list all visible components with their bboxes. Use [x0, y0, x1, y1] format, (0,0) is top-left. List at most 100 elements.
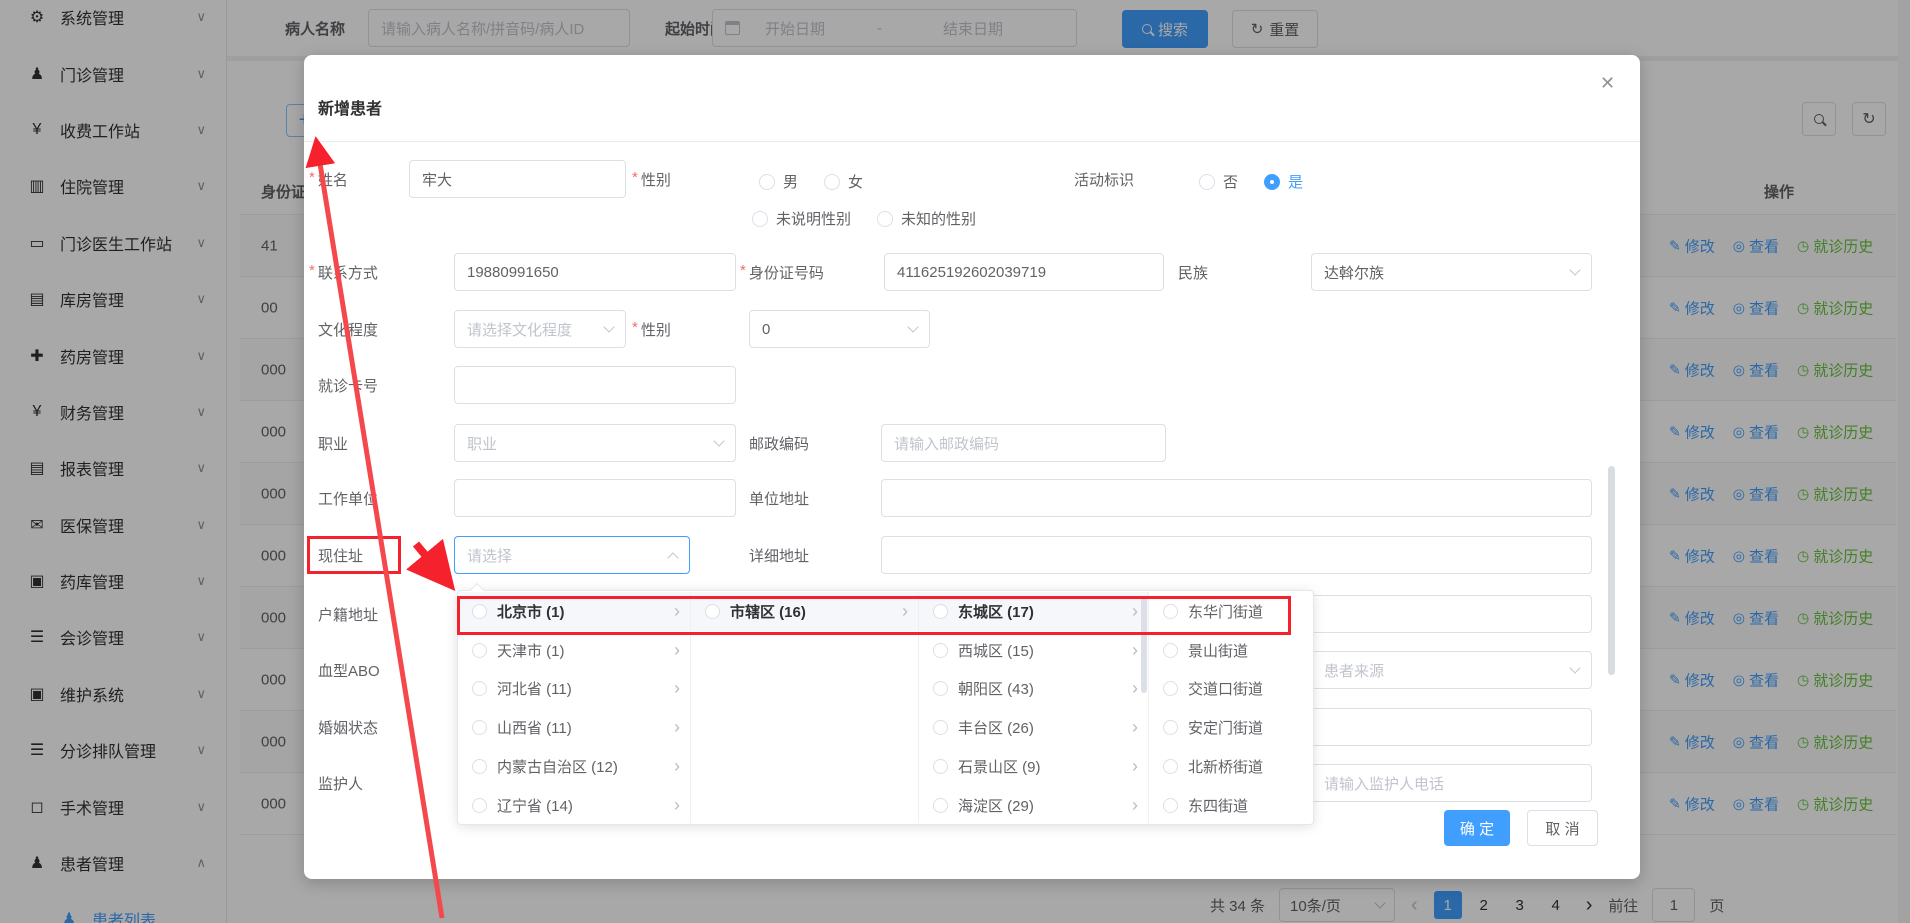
id-number-input[interactable]: 411625192602039719: [884, 253, 1164, 291]
radio-female[interactable]: [824, 174, 840, 190]
employer-input[interactable]: [454, 479, 736, 517]
dialog-header-divider: [304, 141, 1640, 142]
cascader-option[interactable]: 东四街道: [1149, 786, 1314, 823]
chevron-right-icon: ›: [674, 717, 680, 738]
gender-code-select[interactable]: 0: [749, 310, 930, 348]
confirm-button[interactable]: 确 定: [1444, 810, 1510, 846]
current-address-label: 现住址: [318, 545, 363, 566]
active-flag-label: 活动标识: [1074, 169, 1134, 190]
radio-icon[interactable]: [933, 681, 948, 696]
card-no-label: 就诊卡号: [318, 375, 378, 396]
cascader-option[interactable]: 海淀区 (29) ›: [919, 786, 1148, 823]
radio-icon[interactable]: [472, 643, 487, 658]
cascader-option-label: 石景山区 (9): [958, 756, 1128, 777]
radio-icon[interactable]: [1163, 759, 1178, 774]
dialog-scrollbar[interactable]: [1608, 466, 1615, 675]
blood-type-label: 血型ABO: [318, 660, 380, 681]
chevron-right-icon: ›: [1132, 640, 1138, 661]
detail-addr-input[interactable]: [881, 536, 1592, 574]
radio-icon[interactable]: [933, 604, 948, 619]
radio-icon[interactable]: [472, 604, 487, 619]
radio-yes-label: 是: [1288, 171, 1303, 192]
card-no-input[interactable]: [454, 366, 736, 404]
cascader-option[interactable]: 河北省 (11) ›: [458, 670, 690, 709]
employer-addr-label: 单位地址: [749, 488, 809, 509]
radio-icon[interactable]: [472, 798, 487, 813]
cascader-option[interactable]: 景山街道: [1149, 631, 1314, 670]
chevron-right-icon: ›: [674, 678, 680, 699]
ethnicity-select[interactable]: 达斡尔族: [1311, 253, 1592, 291]
app-page: ⚙ 系统管理 ∨ ♟ 门诊管理 ∨ ¥ 收费工作站 ∨ ▥: [0, 0, 1910, 923]
cascader-option[interactable]: 东华门街道: [1149, 592, 1314, 631]
marital-label: 婚姻状态: [318, 717, 378, 738]
cascader-scrollbar[interactable]: [1141, 597, 1147, 693]
radio-icon[interactable]: [1163, 720, 1178, 735]
patient-source-placeholder: 患者来源: [1324, 660, 1384, 681]
radio-icon[interactable]: [472, 759, 487, 774]
cascader-option[interactable]: 天津市 (1) ›: [458, 631, 690, 670]
cascader-option[interactable]: 交道口街道: [1149, 670, 1314, 709]
radio-icon[interactable]: [1163, 604, 1178, 619]
contact-input[interactable]: 19880991650: [454, 253, 736, 291]
cancel-button[interactable]: 取 消: [1527, 810, 1598, 846]
cascader-option[interactable]: 朝阳区 (43) ›: [919, 670, 1148, 709]
current-address-cascader[interactable]: 请选择: [454, 536, 690, 574]
cascader-option[interactable]: 市辖区 (16) ›: [691, 592, 918, 631]
detail-addr-label: 详细地址: [749, 545, 809, 566]
cascader-option[interactable]: 西城区 (15) ›: [919, 631, 1148, 670]
chevron-down-icon: [603, 321, 614, 332]
cascader-option[interactable]: 辽宁省 (14) ›: [458, 786, 690, 823]
cascader-option-label: 河北省 (11): [497, 678, 670, 699]
patient-source-select[interactable]: 患者来源: [1311, 651, 1592, 689]
cascader-district-column: 东城区 (17) › 西城区 (15) › 朝阳区 (43) ›: [919, 592, 1149, 823]
cascader-option-label: 交道口街道: [1188, 678, 1300, 699]
chevron-right-icon: ›: [674, 795, 680, 816]
cascader-option[interactable]: 内蒙古自治区 (12) ›: [458, 747, 690, 786]
radio-icon[interactable]: [1163, 643, 1178, 658]
chevron-right-icon: ›: [674, 640, 680, 661]
cascader-option[interactable]: 北新桥街道: [1149, 747, 1314, 786]
household-label: 户籍地址: [318, 604, 378, 625]
radio-icon[interactable]: [933, 798, 948, 813]
chevron-right-icon: ›: [1132, 756, 1138, 777]
radio-icon[interactable]: [705, 604, 720, 619]
radio-female-label: 女: [848, 171, 863, 192]
cascader-option[interactable]: 安定门街道: [1149, 708, 1314, 747]
radio-icon[interactable]: [1163, 798, 1178, 813]
employer-addr-input[interactable]: [881, 479, 1592, 517]
radio-icon[interactable]: [933, 643, 948, 658]
radio-no[interactable]: [1199, 174, 1215, 190]
cascader-option[interactable]: 东城区 (17) ›: [919, 592, 1148, 631]
education-label: 文化程度: [318, 319, 378, 340]
postal-input[interactable]: 请输入邮政编码: [881, 424, 1166, 462]
radio-unstated-gender[interactable]: [752, 211, 768, 227]
occupation-select[interactable]: 职业: [454, 424, 736, 462]
cascader-city-column: 市辖区 (16) ›: [691, 592, 919, 823]
close-icon[interactable]: ✕: [1600, 73, 1615, 94]
guardian-phone-input[interactable]: 请输入监护人电话: [1311, 764, 1592, 802]
cascader-option[interactable]: 石景山区 (9) ›: [919, 747, 1148, 786]
cascader-option-label: 辽宁省 (14): [497, 795, 670, 816]
radio-male[interactable]: [759, 174, 775, 190]
name-input[interactable]: 牢大: [409, 160, 626, 198]
cascader-street-column: 东华门街道 景山街道 交道口街道 安定门街道: [1149, 592, 1314, 823]
cascader-option-label: 东四街道: [1188, 795, 1300, 816]
cascader-option[interactable]: 丰台区 (26) ›: [919, 708, 1148, 747]
cascader-option[interactable]: 北京市 (1) ›: [458, 592, 690, 631]
radio-icon[interactable]: [933, 720, 948, 735]
cascader-option-label: 东城区 (17): [958, 601, 1128, 622]
chevron-right-icon: ›: [674, 756, 680, 777]
gender-label: * 性别: [632, 169, 671, 190]
radio-male-label: 男: [783, 171, 798, 192]
cascader-option[interactable]: 山西省 (11) ›: [458, 708, 690, 747]
chevron-down-icon: [1569, 662, 1580, 673]
radio-icon[interactable]: [472, 720, 487, 735]
radio-icon[interactable]: [1163, 681, 1178, 696]
radio-unknown-gender[interactable]: [877, 211, 893, 227]
radio-icon[interactable]: [933, 759, 948, 774]
cascader-option-label: 海淀区 (29): [958, 795, 1128, 816]
radio-icon[interactable]: [472, 681, 487, 696]
education-select[interactable]: 请选择文化程度: [454, 310, 626, 348]
gender-extra-radio-group: 未说明性别 未知的性别: [752, 208, 1002, 229]
radio-yes[interactable]: [1264, 174, 1280, 190]
